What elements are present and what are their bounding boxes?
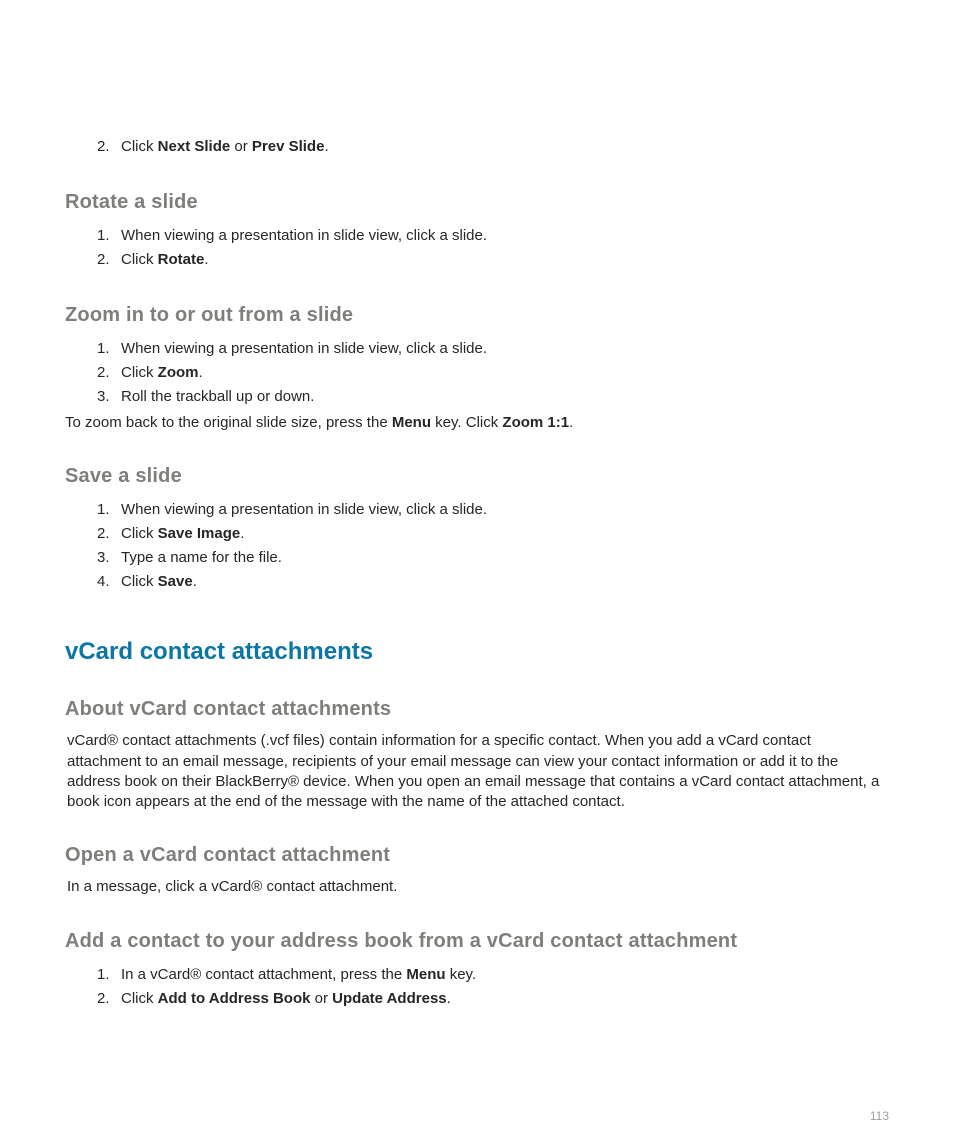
page-number: 113: [870, 1109, 889, 1123]
body-text: When viewing a presentation in slide vie…: [121, 227, 487, 244]
list-item: Click Rotate.: [97, 248, 889, 272]
body-text: Click: [121, 138, 158, 155]
list-item: Click Add to Address Book or Update Addr…: [97, 987, 889, 1011]
body-text: Click: [121, 990, 158, 1007]
bold-text: Zoom 1:1: [502, 414, 569, 431]
about-vcard-body: vCard® contact attachments (.vcf files) …: [67, 731, 889, 812]
top-continued-list: Click Next Slide or Prev Slide.: [97, 135, 889, 159]
list-item: Type a name for the file.: [97, 546, 889, 570]
body-text: Click: [121, 251, 158, 268]
body-text: key.: [446, 966, 477, 983]
list-item: When viewing a presentation in slide vie…: [97, 224, 889, 248]
rotate-list: When viewing a presentation in slide vie…: [97, 224, 889, 272]
heading-zoom-slide: Zoom in to or out from a slide: [65, 304, 889, 327]
body-text: When viewing a presentation in slide vie…: [121, 501, 487, 518]
bold-text: Save Image: [158, 525, 241, 542]
bold-text: Rotate: [158, 251, 205, 268]
body-text: In a vCard® contact attachment, press th…: [121, 966, 406, 983]
heading-add-vcard: Add a contact to your address book from …: [65, 930, 889, 953]
list-item: When viewing a presentation in slide vie…: [97, 498, 889, 522]
list-item: Click Save Image.: [97, 522, 889, 546]
bold-text: Next Slide: [158, 138, 231, 155]
body-text: .: [447, 990, 451, 1007]
bold-text: Prev Slide: [252, 138, 325, 155]
zoom-after-text: To zoom back to the original slide size,…: [65, 413, 889, 433]
body-text: Click: [121, 364, 158, 381]
body-text: or: [230, 138, 252, 155]
body-text: Click: [121, 525, 158, 542]
bold-text: Menu: [392, 414, 431, 431]
bold-text: Save: [158, 573, 193, 590]
body-text: Click: [121, 573, 158, 590]
list-item: When viewing a presentation in slide vie…: [97, 337, 889, 361]
body-text: .: [240, 525, 244, 542]
body-text: .: [193, 573, 197, 590]
body-text: .: [199, 364, 203, 381]
bold-text: Update Address: [332, 990, 446, 1007]
list-item: Click Save.: [97, 570, 889, 594]
add-vcard-list: In a vCard® contact attachment, press th…: [97, 963, 889, 1011]
save-list: When viewing a presentation in slide vie…: [97, 498, 889, 594]
heading-about-vcard: About vCard contact attachments: [65, 698, 889, 721]
list-item: In a vCard® contact attachment, press th…: [97, 963, 889, 987]
heading-open-vcard: Open a vCard contact attachment: [65, 844, 889, 867]
bold-text: Menu: [406, 966, 445, 983]
heading-save-slide: Save a slide: [65, 465, 889, 488]
body-text: .: [204, 251, 208, 268]
body-text: Type a name for the file.: [121, 549, 282, 566]
body-text: .: [569, 414, 573, 431]
body-text: or: [310, 990, 332, 1007]
heading-rotate-slide: Rotate a slide: [65, 191, 889, 214]
body-text: When viewing a presentation in slide vie…: [121, 340, 487, 357]
zoom-list: When viewing a presentation in slide vie…: [97, 337, 889, 409]
heading-vcard: vCard contact attachments: [65, 638, 889, 666]
body-text: To zoom back to the original slide size,…: [65, 414, 392, 431]
document-page: Click Next Slide or Prev Slide. Rotate a…: [0, 0, 954, 1011]
bold-text: Zoom: [158, 364, 199, 381]
bold-text: Add to Address Book: [158, 990, 311, 1007]
body-text: .: [324, 138, 328, 155]
list-item: Click Next Slide or Prev Slide.: [97, 135, 889, 159]
list-item: Click Zoom.: [97, 361, 889, 385]
list-item: Roll the trackball up or down.: [97, 385, 889, 409]
body-text: key. Click: [431, 414, 502, 431]
body-text: Roll the trackball up or down.: [121, 388, 314, 405]
open-vcard-body: In a message, click a vCard® contact att…: [67, 877, 889, 897]
